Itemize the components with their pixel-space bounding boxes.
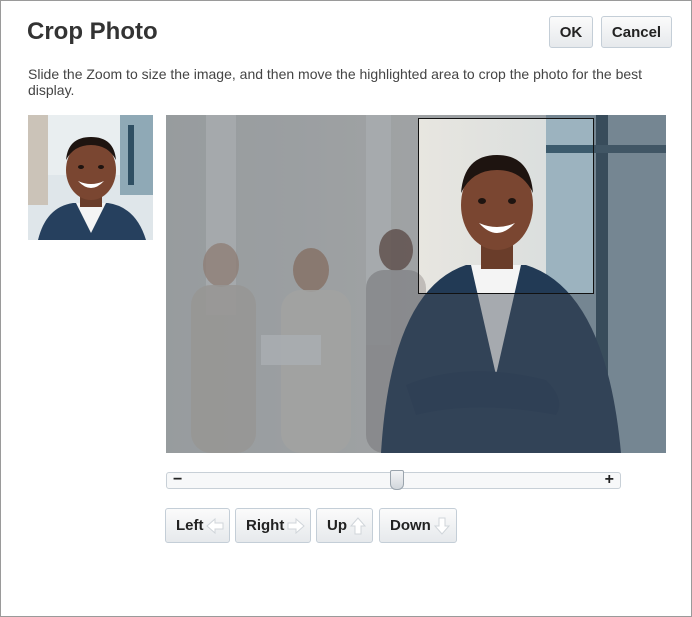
cancel-button[interactable]: Cancel bbox=[601, 16, 672, 48]
instructions-text: Slide the Zoom to size the image, and th… bbox=[28, 66, 643, 98]
arrow-down-icon bbox=[433, 517, 451, 535]
zoom-slider-handle[interactable] bbox=[390, 470, 404, 490]
zoom-in-icon[interactable]: + bbox=[605, 471, 614, 489]
move-up-button[interactable]: Up bbox=[316, 508, 373, 543]
dialog-title: Crop Photo bbox=[27, 18, 158, 45]
move-down-label: Down bbox=[390, 517, 431, 534]
move-left-label: Left bbox=[176, 517, 204, 534]
arrow-left-icon bbox=[206, 517, 224, 535]
ok-button[interactable]: OK bbox=[549, 16, 593, 48]
crop-selection-box[interactable] bbox=[418, 118, 594, 294]
move-left-button[interactable]: Left bbox=[165, 508, 230, 543]
move-down-button[interactable]: Down bbox=[379, 508, 457, 543]
move-right-label: Right bbox=[246, 517, 285, 534]
dim-overlay-right bbox=[594, 115, 666, 453]
zoom-out-icon[interactable]: − bbox=[173, 471, 182, 489]
arrow-right-icon bbox=[287, 517, 305, 535]
dim-overlay-bottom bbox=[418, 294, 594, 453]
dim-overlay-left bbox=[166, 115, 418, 453]
zoom-slider[interactable]: − + bbox=[166, 470, 621, 490]
crop-photo-dialog: Crop Photo OK Cancel Slide the Zoom to s… bbox=[0, 0, 692, 617]
move-up-label: Up bbox=[327, 517, 347, 534]
move-right-button[interactable]: Right bbox=[235, 508, 311, 543]
arrow-up-icon bbox=[349, 517, 367, 535]
crop-source-image bbox=[166, 115, 666, 453]
cropped-preview-image bbox=[28, 115, 153, 240]
